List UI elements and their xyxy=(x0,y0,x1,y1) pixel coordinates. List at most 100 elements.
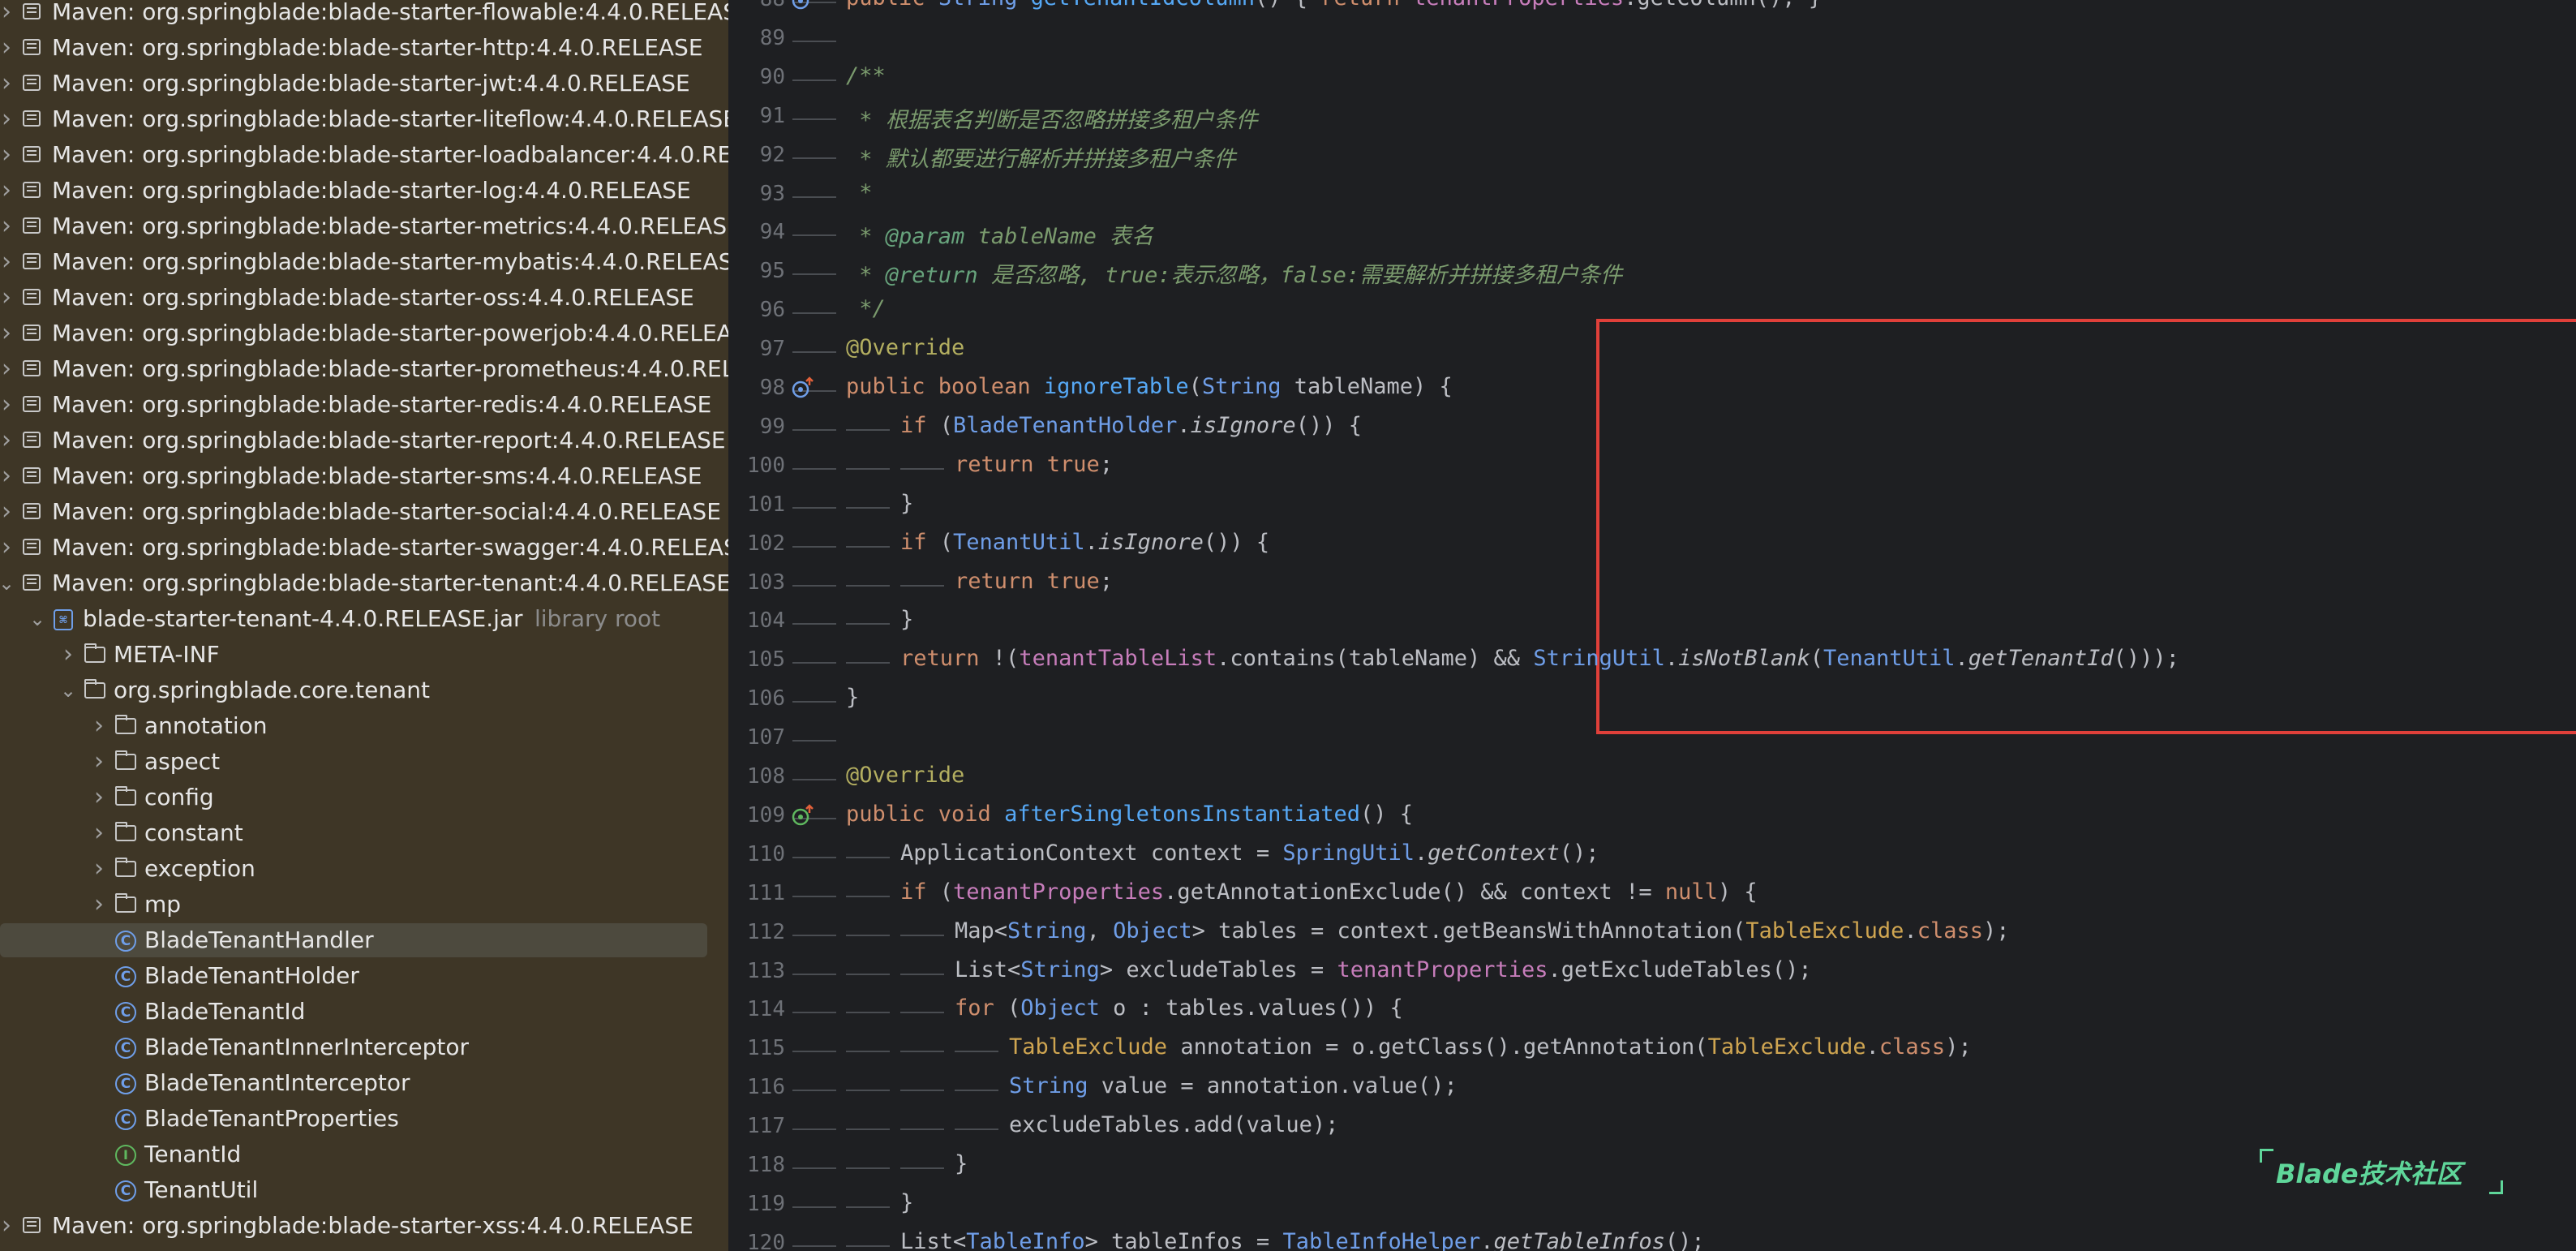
code-line[interactable]: ApplicationContext context = SpringUtil.… xyxy=(900,840,1599,866)
code-editor[interactable]: 88 public String getTenantIdColumn() { re… xyxy=(728,0,2576,1251)
tree-item[interactable]: › constant xyxy=(0,815,728,851)
code-line[interactable]: public String getTenantIdColumn() { retu… xyxy=(846,0,1822,11)
override-marker-icon[interactable] xyxy=(790,803,816,829)
chevron-right-icon[interactable]: › xyxy=(0,244,18,280)
tree-item[interactable]: › config xyxy=(0,780,728,815)
tree-item[interactable]: › Maven: org.springblade:blade-starter-so… xyxy=(0,494,728,530)
code-line[interactable]: } xyxy=(846,685,859,710)
chevron-down-icon[interactable]: ⌄ xyxy=(57,673,79,708)
override-marker-icon[interactable] xyxy=(790,376,816,402)
code-line[interactable]: * @param tableName 表名 xyxy=(846,218,1153,250)
tree-item[interactable]: › Maven: org.springblade:blade-starter-lo… xyxy=(0,173,728,208)
tree-item[interactable]: › Maven: org.springblade:blade-starter-re… xyxy=(0,387,728,423)
tree-item[interactable]: › Maven: org.springblade:blade-starter-jw… xyxy=(0,66,728,101)
code-line[interactable]: @Override xyxy=(846,335,964,360)
chevron-right-icon[interactable]: › xyxy=(0,101,18,137)
code-line[interactable]: Map<String, Object> tables = context.get… xyxy=(955,918,2010,944)
chevron-right-icon[interactable]: › xyxy=(0,66,18,101)
code-line[interactable]: if (BladeTenantHolder.isIgnore()) { xyxy=(900,413,1362,438)
tree-item[interactable]: C BladeTenantId xyxy=(0,994,728,1030)
tree-item[interactable]: C BladeTenantHolder xyxy=(0,958,728,994)
chevron-right-icon[interactable]: › xyxy=(0,494,18,530)
line-number: 95 xyxy=(759,259,785,284)
chevron-right-icon[interactable]: › xyxy=(0,137,18,173)
code-line[interactable]: public boolean ignoreTable(String tableN… xyxy=(846,374,1453,399)
chevron-right-icon[interactable]: › xyxy=(0,0,18,30)
code-line[interactable]: * 根据表名判断是否忽略拼接多租户条件 xyxy=(846,102,1258,134)
chevron-right-icon[interactable]: › xyxy=(88,744,110,780)
code-line[interactable]: TableExclude annotation = o.getClass().g… xyxy=(1009,1034,1972,1060)
chevron-right-icon[interactable]: › xyxy=(0,280,18,316)
code-line[interactable]: return true; xyxy=(955,569,1113,594)
tree-item[interactable]: › Maven: org.springblade:blade-starter-ht… xyxy=(0,30,728,66)
chevron-right-icon[interactable]: › xyxy=(0,208,18,244)
code-line[interactable]: excludeTables.add(value); xyxy=(1009,1112,1338,1137)
tree-item[interactable]: › Maven: org.springblade:blade-starter-my… xyxy=(0,244,728,280)
chevron-right-icon[interactable]: › xyxy=(0,173,18,208)
code-line[interactable]: @Override xyxy=(846,763,964,788)
code-line[interactable]: if (tenantProperties.getAnnotationExclud… xyxy=(900,879,1758,905)
tree-item[interactable]: C BladeTenantInterceptor xyxy=(0,1065,728,1101)
chevron-right-icon[interactable]: › xyxy=(0,1208,18,1244)
code-line[interactable]: } xyxy=(900,1190,913,1215)
tree-item[interactable]: › Maven: org.springblade:blade-starter-po… xyxy=(0,316,728,351)
tree-item[interactable]: › Maven: org.springblade:blade-starter-sw… xyxy=(0,530,728,565)
code-line[interactable]: public void afterSingletonsInstantiated(… xyxy=(846,802,1413,827)
tree-item[interactable]: › Maven: org.springblade:blade-starter-me… xyxy=(0,208,728,244)
code-line[interactable]: List<TableInfo> tableInfos = TableInfoHe… xyxy=(900,1229,1705,1251)
chevron-right-icon[interactable]: › xyxy=(88,887,110,922)
chevron-right-icon[interactable]: › xyxy=(0,30,18,66)
code-line[interactable]: if (TenantUtil.isIgnore()) { xyxy=(900,530,1269,555)
override-marker-icon[interactable] xyxy=(790,0,816,13)
tree-item[interactable]: › Maven: org.springblade:blade-starter-lo… xyxy=(0,137,728,173)
chevron-right-icon[interactable]: › xyxy=(0,387,18,423)
tree-item[interactable]: C BladeTenantProperties xyxy=(0,1101,728,1137)
code-line[interactable]: return !(tenantTableList.contains(tableN… xyxy=(900,646,2179,671)
project-tree[interactable]: › Maven: org.springblade:blade-starter-fl… xyxy=(0,0,728,1251)
code-line[interactable]: * @return 是否忽略, true:表示忽略，false:需要解析并拼接多… xyxy=(846,257,1622,289)
tree-item[interactable]: › aspect xyxy=(0,744,728,780)
chevron-right-icon[interactable]: › xyxy=(0,530,18,565)
code-line[interactable]: return true; xyxy=(955,452,1113,477)
chevron-right-icon[interactable]: › xyxy=(0,316,18,351)
tree-item[interactable]: › annotation xyxy=(0,708,728,744)
tree-item[interactable]: › Maven: org.springblade:blade-starter-fl… xyxy=(0,0,728,30)
tree-item[interactable]: ⌄ ⌘ blade-starter-tenant-4.4.0.RELEASE.jar… xyxy=(0,601,728,637)
code-line[interactable]: for (Object o : tables.values()) { xyxy=(955,995,1403,1021)
chevron-down-icon[interactable]: ⌄ xyxy=(26,601,49,637)
chevron-right-icon[interactable]: › xyxy=(88,815,110,851)
tree-item[interactable]: C BladeTenantInnerInterceptor xyxy=(0,1030,728,1065)
code-line[interactable]: */ xyxy=(846,296,886,321)
code-line[interactable]: } xyxy=(955,1151,968,1176)
tree-item[interactable]: › Maven: org.springblade:blade-starter-pr… xyxy=(0,351,728,387)
chevron-down-icon[interactable]: ⌄ xyxy=(0,565,18,601)
code-line[interactable]: } xyxy=(900,607,913,632)
code-line[interactable]: /** xyxy=(846,63,886,88)
indent-guide xyxy=(792,934,836,936)
tree-item[interactable]: I TenantId xyxy=(0,1137,728,1172)
chevron-right-icon[interactable]: › xyxy=(57,637,79,673)
tree-item[interactable]: ⌄ org.springblade.core.tenant xyxy=(0,673,728,708)
tree-item[interactable]: › META-INF xyxy=(0,637,728,673)
tree-item[interactable]: C TenantUtil xyxy=(0,1172,728,1208)
tree-item[interactable]: › mp xyxy=(0,887,728,922)
code-line[interactable]: * 默认都要进行解析并拼接多租户条件 xyxy=(846,141,1236,173)
tree-item[interactable]: › exception xyxy=(0,851,728,887)
tree-item[interactable]: ⌄ Maven: org.springblade:blade-starter-te… xyxy=(0,565,728,601)
tree-item[interactable]: C BladeTenantHandler xyxy=(0,922,728,958)
chevron-right-icon[interactable]: › xyxy=(0,458,18,494)
chevron-right-icon[interactable]: › xyxy=(88,708,110,744)
code-line[interactable]: } xyxy=(900,491,913,516)
chevron-right-icon[interactable]: › xyxy=(88,780,110,815)
chevron-right-icon[interactable]: › xyxy=(0,351,18,387)
chevron-right-icon[interactable]: › xyxy=(0,423,18,458)
tree-item[interactable]: › Maven: org.springblade:blade-starter-sm… xyxy=(0,458,728,494)
code-line[interactable]: * xyxy=(846,180,872,205)
code-line[interactable]: String value = annotation.value(); xyxy=(1009,1073,1458,1098)
code-line[interactable]: List<String> excludeTables = tenantPrope… xyxy=(955,957,1812,982)
tree-item[interactable]: › Maven: org.springblade:blade-starter-li… xyxy=(0,101,728,137)
tree-item[interactable]: › Maven: org.springblade:blade-starter-re… xyxy=(0,423,728,458)
tree-item[interactable]: › Maven: org.springblade:blade-starter-os… xyxy=(0,280,728,316)
chevron-right-icon[interactable]: › xyxy=(88,851,110,887)
tree-item[interactable]: › Maven: org.springblade:blade-starter-xs… xyxy=(0,1208,728,1244)
